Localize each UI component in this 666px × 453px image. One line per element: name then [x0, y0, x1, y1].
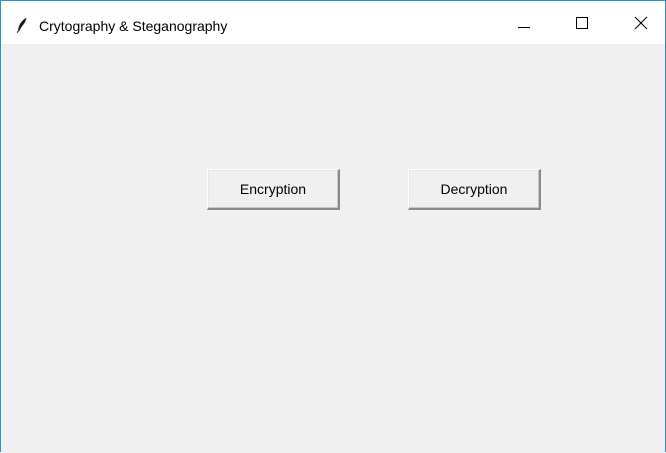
- maximize-button[interactable]: [559, 9, 605, 41]
- feather-icon: [15, 17, 29, 33]
- minimize-icon: [517, 16, 531, 35]
- decryption-button[interactable]: Decryption: [408, 169, 541, 210]
- main-content: Encryption Decryption: [1, 44, 665, 453]
- app-window: Crytography & Steganography Encryption D…: [0, 0, 666, 453]
- title-bar[interactable]: Crytography & Steganography: [1, 1, 665, 44]
- close-icon: [634, 16, 648, 35]
- window-title: Crytography & Steganography: [39, 18, 228, 34]
- encryption-button[interactable]: Encryption: [207, 169, 340, 210]
- minimize-button[interactable]: [501, 9, 547, 41]
- close-button[interactable]: [618, 9, 664, 41]
- maximize-icon: [575, 16, 589, 35]
